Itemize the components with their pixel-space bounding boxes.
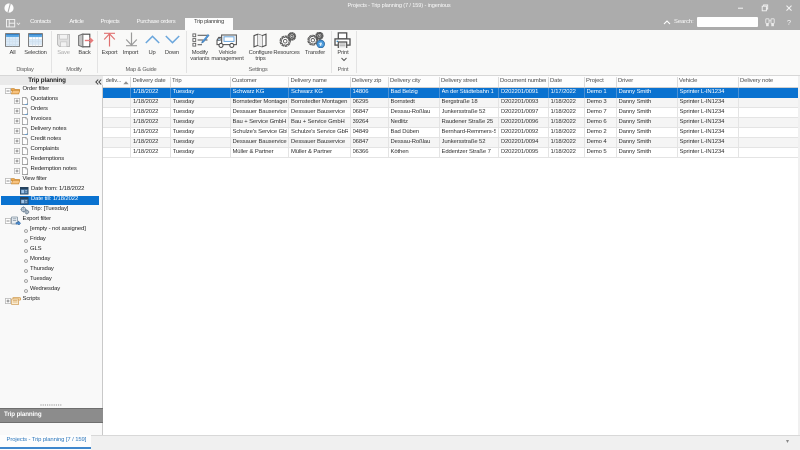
svg-text:?: ? xyxy=(787,18,791,27)
